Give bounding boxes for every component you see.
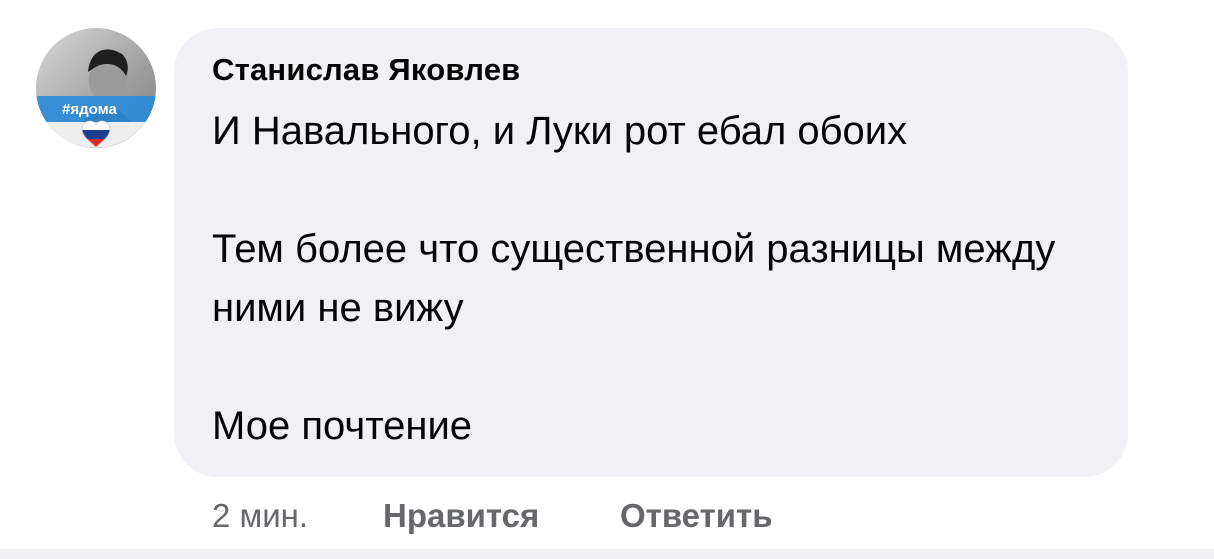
comment-text: И Навального, и Луки рот ебал обоих Тем …: [212, 102, 1112, 456]
reply-button[interactable]: Ответить: [620, 494, 773, 538]
comment-paragraph: И Навального, и Луки рот ебал обоих: [212, 109, 908, 153]
comment-paragraph: Мое почтение: [212, 404, 473, 448]
like-button[interactable]: Нравится: [383, 494, 539, 538]
comment-timestamp[interactable]: 2 мин.: [212, 494, 308, 538]
comment-paragraph: Тем более что существенной разницы между…: [212, 227, 1056, 330]
flag-heart-icon: [81, 120, 111, 148]
avatar[interactable]: #ядома: [36, 28, 156, 148]
avatar-badge-text: #ядома: [62, 101, 117, 118]
comment-author[interactable]: Станислав Яковлев: [212, 52, 520, 88]
bottom-divider: [0, 549, 1214, 559]
